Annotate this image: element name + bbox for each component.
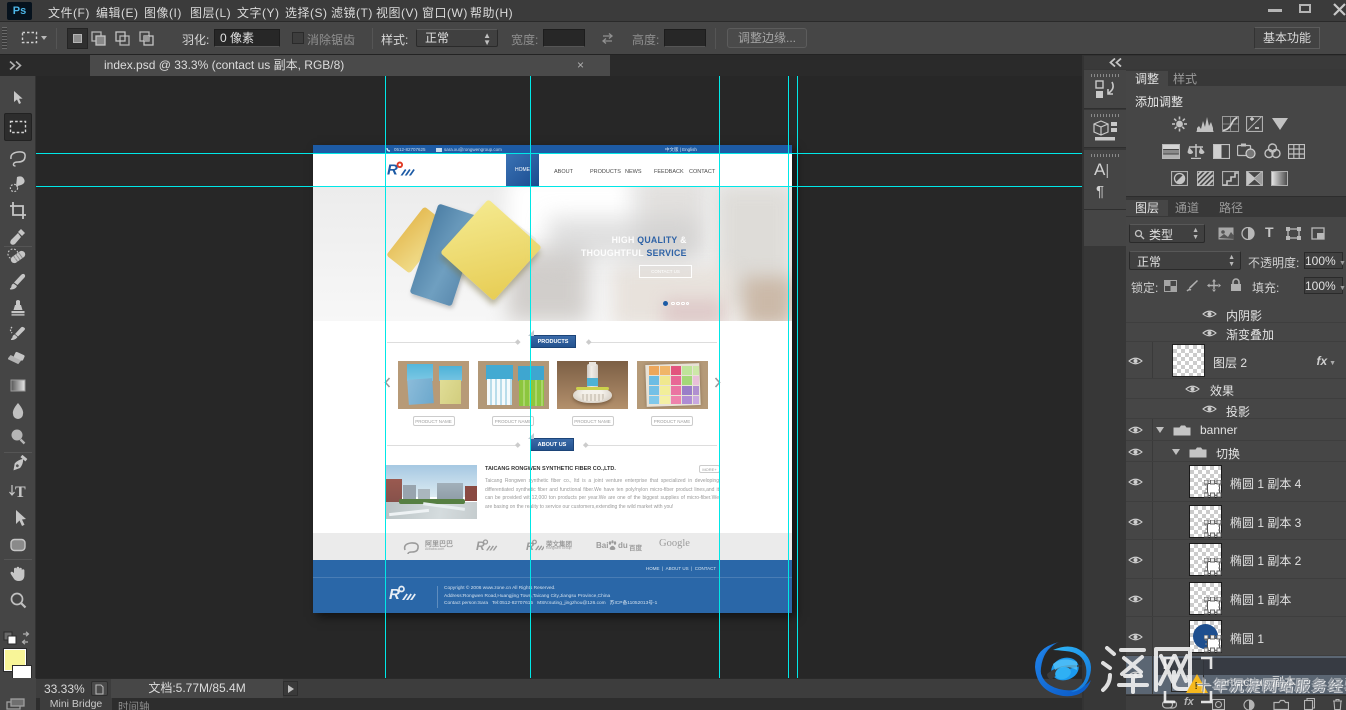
svg-text:R: R [387, 162, 398, 179]
svg-text:T: T [15, 484, 26, 501]
